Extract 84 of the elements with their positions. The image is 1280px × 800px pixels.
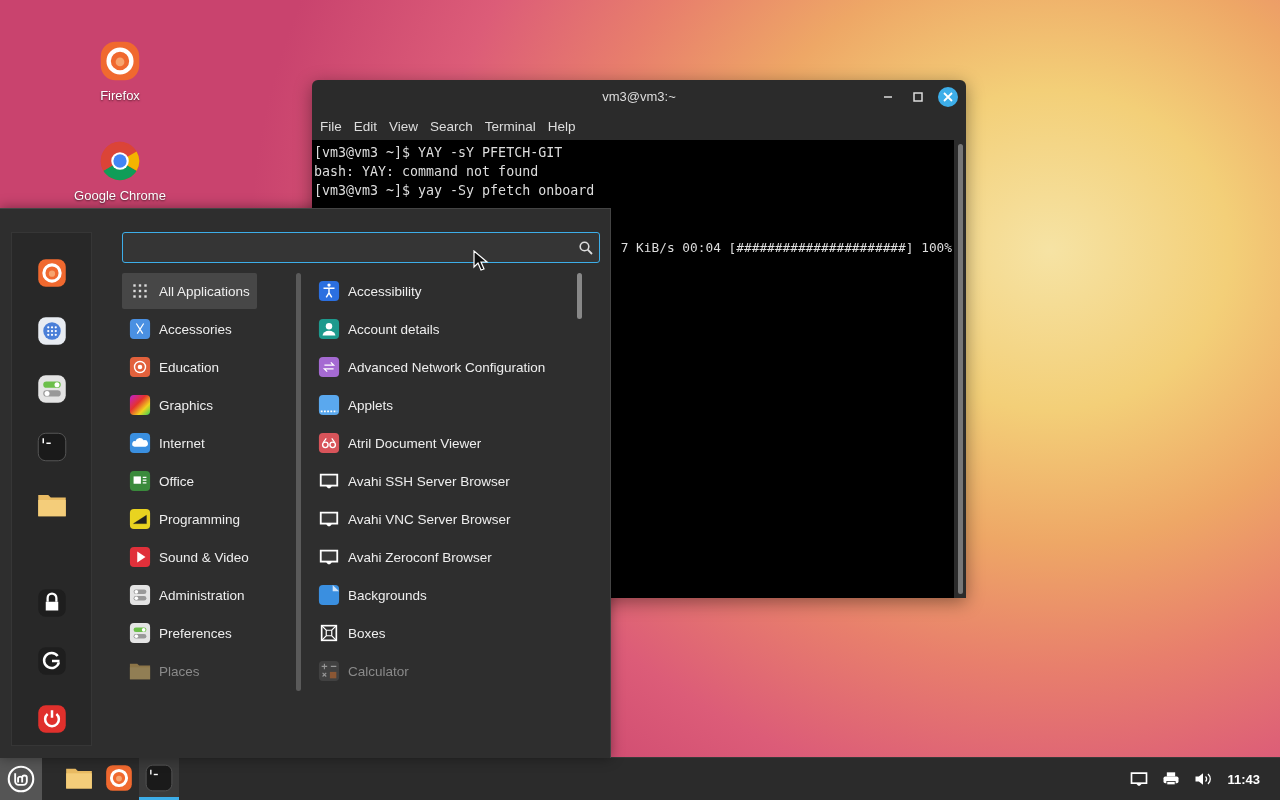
color-gradient-icon bbox=[129, 394, 151, 416]
toggle-switches-icon bbox=[129, 622, 151, 644]
triangle-ruler-icon bbox=[129, 508, 151, 530]
toggle-switches-icon bbox=[129, 584, 151, 606]
category-item[interactable]: Sound & Video bbox=[122, 539, 256, 575]
boxes-icon bbox=[318, 622, 340, 644]
favorite-button[interactable] bbox=[35, 315, 68, 347]
terminal-icon bbox=[145, 763, 173, 792]
app-item[interactable]: Accessibility bbox=[311, 273, 429, 309]
toggle-switches-icon bbox=[36, 374, 67, 404]
maximize-icon bbox=[913, 92, 923, 102]
terminal-line: 7 KiB/s 00:04 [######################] 100% bbox=[620, 239, 952, 257]
tray-button[interactable] bbox=[1129, 769, 1150, 789]
search-field[interactable] bbox=[122, 232, 600, 263]
menu-item[interactable]: File bbox=[314, 118, 348, 134]
app-grid-icon bbox=[36, 316, 67, 346]
mint-logo-icon bbox=[7, 765, 35, 793]
clock[interactable]: 11:43 bbox=[1227, 771, 1260, 787]
image-icon bbox=[318, 584, 340, 606]
category-item[interactable]: Graphics bbox=[122, 387, 221, 423]
close-icon bbox=[943, 92, 953, 102]
app-item[interactable]: Backgrounds bbox=[311, 577, 434, 613]
app-item[interactable]: Applets bbox=[311, 387, 401, 423]
app-item[interactable]: Avahi SSH Server Browser bbox=[311, 463, 517, 499]
firefox-icon bbox=[105, 763, 133, 792]
lock-icon bbox=[36, 588, 67, 618]
scrollbar-thumb[interactable] bbox=[957, 144, 963, 594]
menu-item[interactable]: Edit bbox=[347, 118, 384, 134]
scrollbar-thumb[interactable] bbox=[577, 273, 582, 319]
window-title: vm3@vm3:~ bbox=[602, 88, 676, 104]
glasses-icon bbox=[318, 432, 340, 454]
mouse-pointer-icon bbox=[472, 250, 490, 272]
desktop-icon-label[interactable]: Google Chrome bbox=[74, 188, 166, 203]
terminal-line: bash: YAY: command not found bbox=[314, 163, 540, 181]
app-item[interactable]: Atril Document Viewer bbox=[311, 425, 489, 461]
app-item[interactable]: Account details bbox=[311, 311, 447, 347]
category-item[interactable]: Internet bbox=[122, 425, 212, 461]
monitor-icon bbox=[1129, 769, 1150, 789]
app-item[interactable]: Calculator bbox=[311, 653, 416, 689]
terminal-line: [vm3@vm3 ~]$ YAY -sY PFETCH-GIT bbox=[314, 144, 564, 162]
category-item[interactable]: All Applications bbox=[122, 273, 257, 309]
terminal-icon bbox=[36, 432, 67, 462]
arrows-icon bbox=[318, 356, 340, 378]
category-item[interactable]: Administration bbox=[122, 577, 252, 613]
panel-icon bbox=[318, 394, 340, 416]
app-item[interactable]: Boxes bbox=[311, 615, 393, 651]
accessibility-icon bbox=[318, 280, 340, 302]
session-button[interactable] bbox=[35, 587, 68, 619]
app-item[interactable]: Avahi VNC Server Browser bbox=[311, 501, 518, 537]
cloud-icon bbox=[129, 432, 151, 454]
taskbar-app-button[interactable] bbox=[139, 758, 179, 800]
start-menu-button[interactable] bbox=[0, 758, 42, 800]
app-item[interactable]: Advanced Network Configuration bbox=[311, 349, 553, 385]
search-icon bbox=[579, 240, 593, 255]
chrome-icon bbox=[99, 140, 141, 182]
target-icon bbox=[129, 356, 151, 378]
close-button[interactable] bbox=[938, 87, 958, 107]
category-item[interactable]: Places bbox=[122, 653, 207, 689]
category-item[interactable]: Education bbox=[122, 349, 227, 385]
power-icon bbox=[36, 704, 67, 734]
category-item[interactable]: Preferences bbox=[122, 615, 239, 651]
category-item[interactable]: Office bbox=[122, 463, 201, 499]
firefox-icon bbox=[36, 258, 67, 288]
person-icon bbox=[318, 318, 340, 340]
session-button[interactable] bbox=[35, 703, 68, 735]
app-item[interactable]: Avahi Zeroconf Browser bbox=[311, 539, 499, 575]
session-button[interactable] bbox=[35, 645, 68, 677]
menu-item[interactable]: Search bbox=[424, 118, 479, 134]
minimize-icon bbox=[883, 96, 893, 98]
category-item[interactable]: Programming bbox=[122, 501, 248, 537]
category-item[interactable]: Accessories bbox=[122, 311, 239, 347]
menu-item[interactable]: View bbox=[383, 118, 425, 134]
favorite-button[interactable] bbox=[35, 373, 68, 405]
desktop-icon-label[interactable]: Firefox bbox=[100, 88, 140, 103]
logout-icon bbox=[36, 646, 67, 676]
terminal-line: [vm3@vm3 ~]$ yay -Sy pfetch onboard bbox=[314, 182, 596, 200]
scissors-icon bbox=[129, 318, 151, 340]
document-icon bbox=[129, 470, 151, 492]
menu-item[interactable]: Help bbox=[541, 118, 582, 134]
calculator-icon bbox=[318, 660, 340, 682]
scrollbar-thumb[interactable] bbox=[296, 273, 301, 691]
play-icon bbox=[129, 546, 151, 568]
favorite-button[interactable] bbox=[35, 257, 68, 289]
menu-item[interactable]: Terminal bbox=[478, 118, 542, 134]
